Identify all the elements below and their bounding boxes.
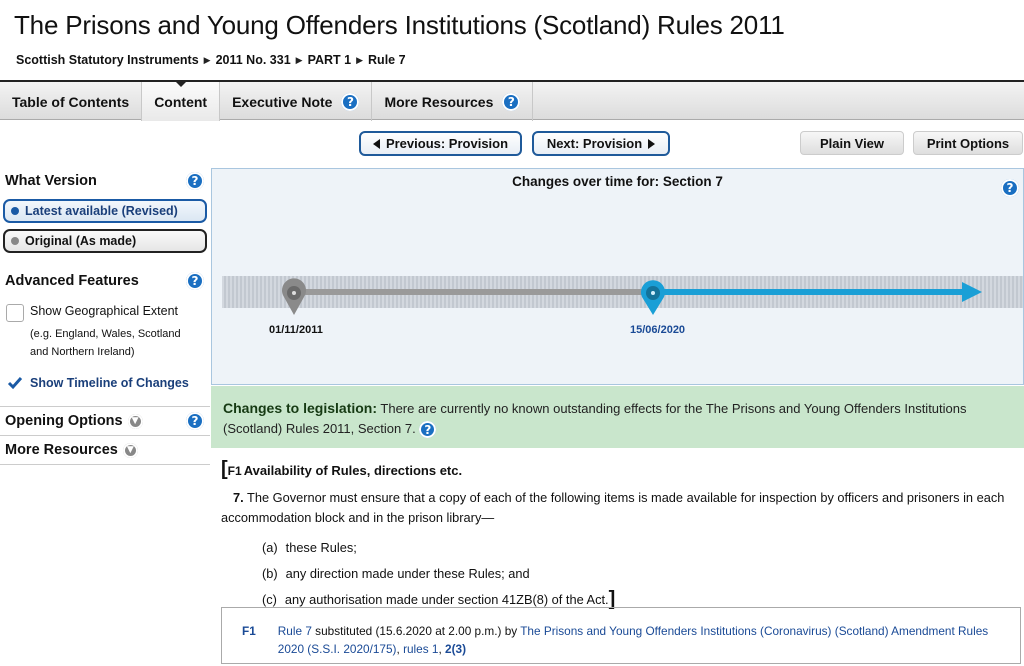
tab-label: Executive Note <box>232 93 333 110</box>
footnote-link-rule-2-3[interactable]: 2(3) <box>445 642 466 656</box>
breadcrumb-item-part[interactable]: PART 1 <box>308 53 352 67</box>
geographical-hint: (e.g. England, Wales, Scotland <box>30 328 181 340</box>
original-version-label: Original (As made) <box>25 234 137 248</box>
amendment-bracket: [ <box>221 458 228 480</box>
footnote-link-rules-1[interactable]: rules 1 <box>403 642 438 656</box>
arrow-right-icon <box>648 138 656 149</box>
more-resources-heading[interactable]: More Resources ▼ <box>0 436 210 464</box>
timeline-past-segment <box>294 289 654 295</box>
footnote-reference[interactable]: F1 <box>228 464 242 478</box>
plain-view-button[interactable]: Plain View <box>800 131 904 155</box>
tab-bar: Table of Contents Content Executive Note… <box>0 80 1024 121</box>
breadcrumb-separator-icon: ▶ <box>203 54 211 65</box>
timeline-panel: Changes over time for: Section 7 ? 01/11… <box>211 168 1024 385</box>
footnote-link-rule[interactable]: Rule 7 <box>278 624 312 638</box>
breadcrumb-item-rule[interactable]: Rule 7 <box>368 53 406 67</box>
chevron-down-icon: ▼ <box>127 413 143 429</box>
geographical-hint: and Northern Ireland) <box>30 346 135 358</box>
tab-more-resources[interactable]: More Resources? <box>372 82 534 121</box>
rule-heading-text: Availability of Rules, directions etc. <box>243 463 463 478</box>
previous-label: Previous: Provision <box>385 136 509 151</box>
advanced-features-heading: Advanced Features ? <box>0 268 210 294</box>
breadcrumb-item-instruments[interactable]: Scottish Statutory Instruments <box>16 53 199 67</box>
next-provision-button[interactable]: Next: Provision <box>532 131 670 156</box>
help-icon[interactable]: ? <box>502 92 521 111</box>
timeline-marker-2020[interactable] <box>641 280 665 315</box>
timeline-date-label[interactable]: 15/06/2020 <box>630 324 685 336</box>
help-icon[interactable]: ? <box>186 412 204 430</box>
timeline-graphic <box>222 276 1023 315</box>
list-item: (b) any direction made under these Rules;… <box>262 560 1024 586</box>
rule-items: (a) these Rules; (b) any direction made un… <box>221 534 1024 612</box>
changes-to-legislation-panel: Changes to legislation: There are curren… <box>211 386 1024 448</box>
item-text: any authorisation made under section 41Z… <box>284 591 609 607</box>
sidebar: What Version ? Latest available (Revised… <box>0 168 210 465</box>
help-icon[interactable]: ? <box>419 421 437 439</box>
list-item: (a) these Rules; <box>262 534 1024 560</box>
rule-content: [ F1 Availability of Rules, directions e… <box>221 458 1024 612</box>
tab-content[interactable]: Content <box>142 81 221 121</box>
item-text: these Rules; <box>285 539 357 555</box>
item-label: (b) <box>262 565 278 581</box>
rule-number: 7. <box>233 490 244 505</box>
show-timeline-option[interactable]: Show Timeline of Changes <box>0 374 210 392</box>
tab-label: More Resources <box>384 93 494 110</box>
footnote-text: Rule 7 substituted (15.6.2020 at 2.00 p.… <box>278 622 998 663</box>
rule-paragraph: 7. The Governor must ensure that a copy … <box>221 488 1024 528</box>
timeline-date-label[interactable]: 01/11/2011 <box>269 324 323 336</box>
footnote-label: F1 <box>242 624 256 638</box>
more-resources-label: More Resources <box>5 442 118 458</box>
opening-options-heading[interactable]: Opening Options ▼ ? <box>0 407 210 435</box>
rule-heading: [ F1 Availability of Rules, directions e… <box>221 458 1024 480</box>
print-options-button[interactable]: Print Options <box>913 131 1023 155</box>
tab-executive-note[interactable]: Executive Note? <box>220 82 373 121</box>
timeline-current-segment <box>654 289 964 295</box>
breadcrumb-separator-icon: ▶ <box>356 54 364 65</box>
what-version-label: What Version <box>5 173 97 189</box>
item-label: (c) <box>262 591 277 607</box>
help-icon[interactable]: ? <box>186 172 204 190</box>
arrow-left-icon <box>372 138 380 149</box>
divider <box>0 464 210 465</box>
changes-heading: Changes to legislation: <box>223 400 378 416</box>
footnote-text-span: substituted (15.6.2020 at 2.00 p.m.) by <box>311 624 521 638</box>
geographical-extent-label: Show Geographical Extent <box>30 304 179 318</box>
latest-version-option[interactable]: Latest available (Revised) <box>3 199 207 223</box>
show-timeline-label: Show Timeline of Changes <box>30 376 189 390</box>
tab-label: Content <box>154 93 208 110</box>
geographical-extent-option: Show Geographical Extent (e.g. England, … <box>0 304 210 361</box>
item-label: (a) <box>262 539 278 555</box>
breadcrumb-separator-icon: ▶ <box>295 54 303 65</box>
opening-options-label: Opening Options <box>5 413 123 429</box>
footnote-box: F1 Rule 7 substituted (15.6.2020 at 2.00… <box>221 607 1021 664</box>
checkmark-icon[interactable] <box>6 374 24 392</box>
chevron-down-icon: ▼ <box>122 442 138 458</box>
next-label: Next: Provision <box>546 136 643 151</box>
radio-selected-icon <box>11 207 19 215</box>
what-version-heading: What Version ? <box>0 168 210 194</box>
tab-label: Table of Contents <box>12 93 130 110</box>
advanced-features-label: Advanced Features <box>5 273 139 289</box>
help-icon[interactable]: ? <box>341 92 360 111</box>
timeline-marker-2011[interactable] <box>282 278 306 315</box>
item-text: any direction made under these Rules; an… <box>285 565 530 581</box>
original-version-option[interactable]: Original (As made) <box>3 229 207 253</box>
previous-provision-button[interactable]: Previous: Provision <box>359 131 522 156</box>
amendment-bracket: ] <box>608 588 616 610</box>
page-title: The Prisons and Young Offenders Institut… <box>14 10 785 40</box>
breadcrumb-item-number[interactable]: 2011 No. 331 <box>216 53 291 67</box>
help-icon[interactable]: ? <box>186 272 204 290</box>
breadcrumb: Scottish Statutory Instruments ▶ 2011 No… <box>16 53 406 67</box>
rule-text: The Governor must ensure that a copy of … <box>221 490 1005 525</box>
geographical-extent-checkbox[interactable] <box>6 304 24 322</box>
latest-version-label: Latest available (Revised) <box>25 204 178 218</box>
tab-table-of-contents[interactable]: Table of Contents <box>0 82 143 121</box>
radio-unselected-icon <box>11 237 19 245</box>
